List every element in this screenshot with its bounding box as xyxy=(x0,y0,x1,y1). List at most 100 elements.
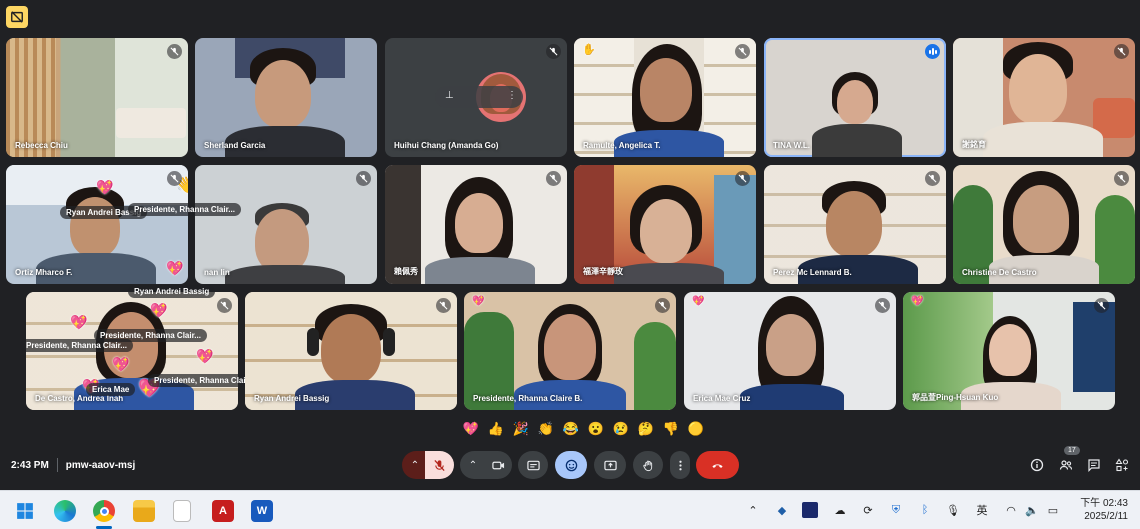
start-menu-icon[interactable] xyxy=(14,500,36,522)
participant-tile[interactable]: 💖 郭品萱Ping-Hsuan Kuo xyxy=(903,292,1115,410)
file-explorer-icon[interactable] xyxy=(133,500,155,522)
ime-indicator[interactable]: 英 xyxy=(974,502,990,518)
participant-tile[interactable]: nan lin xyxy=(195,165,377,284)
reaction-surprised-button[interactable]: 😮 xyxy=(586,419,606,439)
tray-overflow-chevron-icon[interactable]: ⌃ xyxy=(745,502,761,518)
participant-name: Huihui Chang (Amanda Go) xyxy=(394,141,499,150)
wifi-icon[interactable]: ◠ xyxy=(1003,502,1019,518)
meeting-details-button[interactable] xyxy=(1027,455,1047,475)
acrobat-icon[interactable]: A xyxy=(212,500,234,522)
chevron-up-icon: ⌃ xyxy=(468,459,478,471)
microphone-toggle-button[interactable] xyxy=(425,451,454,479)
mic-off-icon xyxy=(735,171,750,186)
floating-name-label: Presidente, Rhanna Clair... xyxy=(128,203,241,216)
security-shield-icon[interactable]: ⛨ xyxy=(888,502,904,518)
participant-tile-speaking[interactable]: TINA W.L. xyxy=(764,38,946,157)
clock-time: 下午 02:43 xyxy=(1080,498,1128,509)
reaction-heart-button[interactable]: 💖 xyxy=(461,419,481,439)
windows-taskbar: A W ⌃ ◆ ☁ ⟳ ⛨ ᛒ 🎙 英 ◠ 🔈 ▭ 下午 02:43 2025/… xyxy=(0,490,1140,529)
mic-off-icon xyxy=(1114,171,1129,186)
chrome-browser-icon[interactable] xyxy=(93,500,115,522)
info-icon xyxy=(1030,458,1044,472)
mic-off-icon xyxy=(356,171,371,186)
onedrive-icon[interactable]: ☁ xyxy=(832,502,848,518)
reaction-thumbs-up-button[interactable]: 👍 xyxy=(486,419,506,439)
participant-tile[interactable]: Sherland Garcia xyxy=(195,38,377,157)
camera-toggle-button[interactable] xyxy=(484,451,512,479)
leave-call-button[interactable] xyxy=(696,451,739,479)
tile-options-bar[interactable]: ⊥ ⋮ xyxy=(435,86,523,108)
participant-tile[interactable]: 💖 Erica Mae Cruz xyxy=(684,292,896,410)
reactions-button[interactable] xyxy=(555,451,587,479)
participant-name: Ramulte, Angelica T. xyxy=(583,141,661,150)
activities-button[interactable] xyxy=(1112,455,1132,475)
floating-name-label: Presidente, Rhanna Clair... xyxy=(148,374,261,387)
pin-icon[interactable]: ⊥ xyxy=(445,90,454,101)
system-clock[interactable]: 下午 02:43 2025/2/11 xyxy=(1080,497,1128,523)
participant-name: Erica Mae Cruz xyxy=(693,394,751,403)
heart-reaction-icon: 💖 xyxy=(70,314,88,330)
mic-off-icon xyxy=(655,298,670,313)
participant-tile[interactable]: 💖 Presidente, Rhanna Claire B. xyxy=(464,292,676,410)
mic-off-icon xyxy=(875,298,890,313)
reaction-skin-tone-button[interactable]: 🟡 xyxy=(686,419,706,439)
captions-button[interactable] xyxy=(518,451,548,479)
word-icon[interactable]: W xyxy=(251,500,273,522)
notepad-icon[interactable] xyxy=(173,500,191,522)
floating-name-label: Erica Mae xyxy=(86,383,136,396)
reaction-thumbs-down-button[interactable]: 👎 xyxy=(661,419,681,439)
chat-icon xyxy=(1088,459,1100,472)
participant-count-badge: 17 xyxy=(1064,446,1080,455)
sync-icon[interactable]: ⟳ xyxy=(860,502,876,518)
battery-icon[interactable]: ▭ xyxy=(1045,502,1061,518)
participant-tile[interactable]: ⊥ ⋮ Huihui Chang (Amanda Go) xyxy=(385,38,567,157)
participant-tile[interactable]: 💖 💖 👋 Ortiz Mharco F. xyxy=(6,165,188,284)
reaction-bar: 💖 👍 🎉 👏 😂 😮 😢 🤔 👎 🟡 xyxy=(461,417,706,441)
participant-name: Rebecca Chiu xyxy=(15,141,68,150)
bluetooth-icon[interactable]: ᛒ xyxy=(917,502,933,518)
hang-up-icon xyxy=(712,463,723,468)
people-icon xyxy=(1059,460,1073,470)
reaction-thinking-button[interactable]: 🤔 xyxy=(636,419,656,439)
shapes-icon xyxy=(1115,458,1129,472)
hide-tiles-button[interactable] xyxy=(6,6,28,28)
hand-icon xyxy=(642,460,652,471)
mic-off-icon xyxy=(217,298,232,313)
more-options-button[interactable] xyxy=(670,451,690,479)
reaction-clap-button[interactable]: 👏 xyxy=(536,419,556,439)
participant-tile[interactable]: 謝銘育 xyxy=(953,38,1135,157)
participant-tile[interactable]: 賴佩秀 xyxy=(385,165,567,284)
more-options-icon[interactable]: ⋮ xyxy=(507,90,517,101)
mic-off-icon xyxy=(925,171,940,186)
meeting-info: 2:43 PM pmw-aaov-msj xyxy=(11,458,135,472)
tiles-off-icon xyxy=(11,11,23,23)
edge-browser-icon[interactable] xyxy=(54,500,76,522)
clock-date: 2025/2/11 xyxy=(1084,511,1128,522)
divider xyxy=(56,458,58,472)
microphone-icon[interactable]: 🎙 xyxy=(945,502,961,518)
mic-off-icon xyxy=(546,171,561,186)
reaction-sad-button[interactable]: 😢 xyxy=(611,419,631,439)
participant-tile[interactable]: Christine De Castro xyxy=(953,165,1135,284)
volume-icon[interactable]: 🔈 xyxy=(1024,502,1040,518)
participant-name: Christine De Castro xyxy=(962,268,1037,277)
reaction-party-button[interactable]: 🎉 xyxy=(511,419,531,439)
mic-off-icon xyxy=(546,44,561,59)
participant-tile[interactable]: Perez Mc Lennard B. xyxy=(764,165,946,284)
people-button[interactable] xyxy=(1056,455,1076,475)
participant-name: Perez Mc Lennard B. xyxy=(773,268,852,277)
chat-button[interactable] xyxy=(1084,455,1104,475)
participant-name: 郭品萱Ping-Hsuan Kuo xyxy=(912,393,999,402)
present-screen-button[interactable] xyxy=(594,451,626,479)
tray-app-icon[interactable] xyxy=(802,502,818,518)
participant-tile[interactable]: Ryan Andrei Bassig xyxy=(245,292,457,410)
raise-hand-button[interactable] xyxy=(633,451,663,479)
reaction-laugh-button[interactable]: 😂 xyxy=(561,419,581,439)
video-options-button[interactable]: ⌃ xyxy=(460,451,486,479)
participant-tile[interactable]: Rebecca Chiu xyxy=(6,38,188,157)
participant-tile[interactable]: ✋ Ramulte, Angelica T. xyxy=(574,38,756,157)
heart-reaction-icon: 💖 xyxy=(472,296,485,307)
tray-app-icon[interactable]: ◆ xyxy=(774,502,790,518)
hand-raised-icon: ✋ xyxy=(582,44,596,56)
participant-tile[interactable]: 福澤辛靜玫 xyxy=(574,165,756,284)
